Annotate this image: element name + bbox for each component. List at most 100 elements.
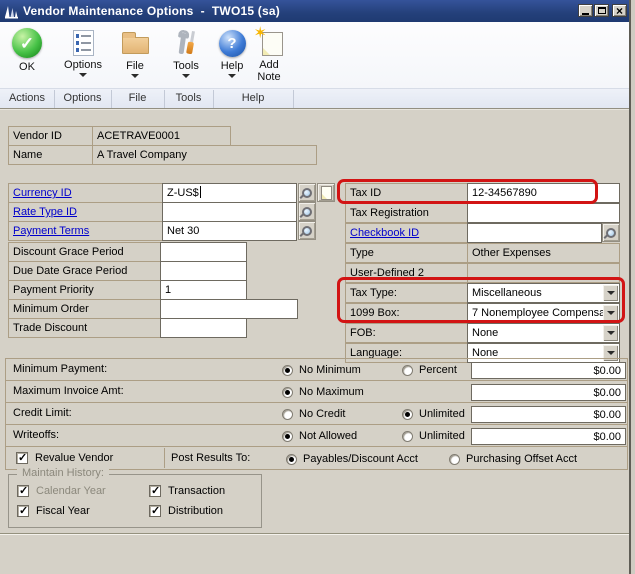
- vendor-maintenance-options-window: Vendor Maintenance Options - TWO15 (sa) …: [0, 0, 635, 574]
- options-button[interactable]: Options: [59, 26, 107, 77]
- dropdown-arrow-button[interactable]: [603, 285, 618, 301]
- checkbook-id-label[interactable]: Checkbook ID: [345, 223, 468, 243]
- trade-discount-field[interactable]: [160, 318, 247, 338]
- payment-terms-field[interactable]: Net 30: [162, 221, 297, 241]
- group-label-actions: Actions: [0, 92, 54, 104]
- file-button[interactable]: File: [113, 26, 157, 78]
- minimum-payment-label: Minimum Payment:: [13, 363, 107, 375]
- currency-id-label[interactable]: Currency ID: [8, 183, 163, 203]
- minimum-order-field[interactable]: [160, 299, 298, 319]
- due-date-grace-field[interactable]: [160, 261, 247, 281]
- currency-lookup-button[interactable]: [298, 183, 316, 202]
- ok-check-icon: ✓: [12, 28, 42, 58]
- maximize-button[interactable]: [594, 4, 609, 17]
- group-separator: [164, 90, 165, 108]
- due-date-grace-label: Due Date Grace Period: [8, 261, 161, 281]
- currency-note-button[interactable]: [317, 183, 335, 202]
- maximize-icon: [598, 7, 606, 14]
- bottom-divider-highlight: [0, 534, 635, 535]
- window-border: [631, 0, 635, 574]
- toolbar-divider-highlight: [0, 109, 635, 110]
- chevron-down-icon: [182, 74, 190, 78]
- tax-registration-field[interactable]: [467, 203, 620, 223]
- radio-payables-discount-acct[interactable]: Payables/Discount Acct: [286, 453, 418, 465]
- radio-percent[interactable]: Percent: [402, 364, 457, 376]
- minimum-order-label: Minimum Order: [8, 299, 161, 319]
- 1099-box-dropdown[interactable]: 7 Nonemployee Compensati: [467, 303, 620, 323]
- writeoffs-label: Writeoffs:: [13, 429, 59, 441]
- dropdown-arrow-button[interactable]: [603, 325, 618, 341]
- tax-id-label: Tax ID: [345, 183, 468, 203]
- writeoffs-row: Writeoffs: Not Allowed Unlimited Maximum…: [5, 424, 628, 447]
- rate-type-id-label[interactable]: Rate Type ID: [8, 202, 163, 222]
- currency-id-field[interactable]: Z-US$: [162, 183, 297, 203]
- credit-limit-label: Credit Limit:: [13, 407, 72, 419]
- checkbox-icon: [17, 505, 29, 517]
- ribbon-toolbar: ✓ OK Options File Tools ?: [0, 22, 635, 108]
- radio-icon: [402, 409, 413, 420]
- options-list-icon: [73, 30, 94, 56]
- group-label-file: File: [111, 92, 164, 104]
- payment-terms-label[interactable]: Payment Terms: [8, 221, 163, 241]
- radio-no-credit[interactable]: No Credit: [282, 408, 345, 420]
- discount-grace-field[interactable]: [160, 242, 247, 262]
- row-divider: [164, 448, 165, 468]
- tax-registration-label: Tax Registration: [345, 203, 468, 223]
- writeoffs-amount-field[interactable]: $0.00: [471, 428, 626, 445]
- radio-no-minimum[interactable]: No Minimum: [282, 364, 361, 376]
- maximum-invoice-amount-field[interactable]: $0.00: [471, 384, 626, 401]
- radio-icon: [282, 387, 293, 398]
- help-button-label: Help: [221, 60, 244, 72]
- post-results-to-label: Post Results To:: [171, 452, 250, 464]
- text-cursor: [200, 186, 201, 198]
- tools-button[interactable]: Tools: [163, 26, 209, 78]
- ok-button[interactable]: ✓ OK: [8, 26, 46, 73]
- magnifier-icon: [606, 228, 616, 238]
- 1099-box-label: 1099 Box:: [345, 303, 468, 323]
- fob-dropdown[interactable]: None: [467, 323, 620, 343]
- maintain-history-legend: Maintain History:: [17, 467, 109, 479]
- chevron-down-icon: [607, 311, 615, 315]
- help-question-icon: ?: [219, 30, 246, 57]
- radio-icon: [402, 365, 413, 376]
- minimize-icon: [582, 13, 589, 15]
- minimum-payment-amount-field[interactable]: $0.00: [471, 362, 626, 379]
- help-button[interactable]: ? Help: [213, 26, 251, 78]
- chevron-down-icon: [79, 73, 87, 77]
- dropdown-arrow-button[interactable]: [603, 305, 618, 321]
- close-button[interactable]: ×: [612, 4, 627, 17]
- group-separator: [213, 90, 214, 108]
- add-note-button[interactable]: Add Note: [249, 26, 289, 83]
- tax-id-field[interactable]: 12-34567890: [467, 183, 620, 203]
- minimize-button[interactable]: [578, 4, 593, 17]
- radio-not-allowed[interactable]: Not Allowed: [282, 430, 357, 442]
- chevron-down-icon: [228, 74, 236, 78]
- radio-icon: [282, 365, 293, 376]
- checkbook-id-field[interactable]: [467, 223, 602, 243]
- type-label: Type: [345, 243, 468, 263]
- options-button-label: Options: [64, 59, 102, 71]
- radio-purchasing-offset-acct[interactable]: Purchasing Offset Acct: [449, 453, 577, 465]
- radio-no-maximum[interactable]: No Maximum: [282, 386, 364, 398]
- fiscal-year-checkbox[interactable]: Fiscal Year: [17, 505, 90, 517]
- payment-terms-lookup-button[interactable]: [298, 221, 316, 240]
- radio-unlimited[interactable]: Unlimited: [402, 408, 465, 420]
- tax-type-dropdown[interactable]: Miscellaneous: [467, 283, 620, 303]
- distribution-checkbox[interactable]: Distribution: [149, 505, 223, 517]
- payment-priority-field[interactable]: 1: [160, 280, 247, 300]
- checkbook-lookup-button[interactable]: [602, 223, 620, 242]
- credit-limit-amount-field[interactable]: $0.00: [471, 406, 626, 423]
- app-icon: [4, 4, 19, 19]
- radio-icon: [402, 431, 413, 442]
- maximum-invoice-label: Maximum Invoice Amt:: [13, 385, 124, 397]
- radio-icon: [282, 409, 293, 420]
- ok-button-label: OK: [19, 61, 35, 73]
- rate-type-id-field[interactable]: [162, 202, 297, 222]
- rate-type-lookup-button[interactable]: [298, 202, 316, 221]
- radio-unlimited[interactable]: Unlimited: [402, 430, 465, 442]
- calendar-year-checkbox[interactable]: Calendar Year: [17, 485, 106, 497]
- transaction-checkbox[interactable]: Transaction: [149, 485, 225, 497]
- tools-icon: [173, 29, 199, 57]
- name-value: A Travel Company: [92, 145, 317, 165]
- revalue-vendor-checkbox[interactable]: Revalue Vendor: [16, 452, 113, 464]
